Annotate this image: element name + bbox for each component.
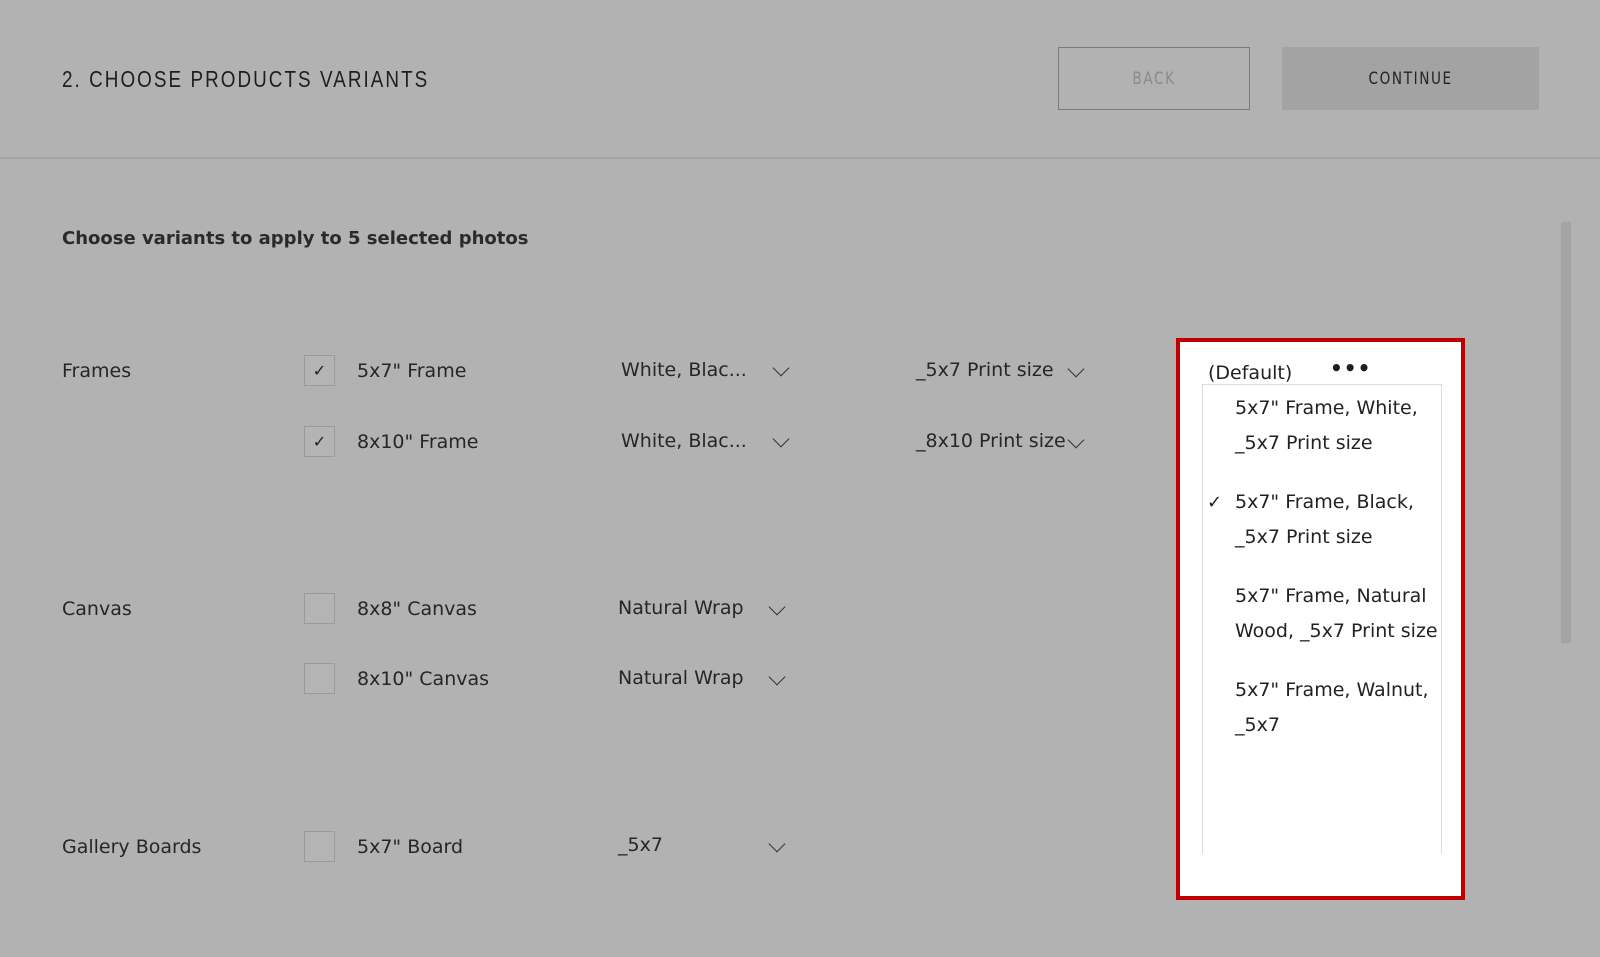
check-icon: ✓: [1207, 492, 1223, 513]
more-icon[interactable]: •••: [1330, 356, 1371, 380]
chevron-down-icon[interactable]: [772, 359, 790, 377]
dropdown-option[interactable]: ✓ 5x7" Frame, Black, _5x7 Print size: [1203, 485, 1441, 555]
check-icon: ✓: [312, 432, 327, 451]
divider: [0, 157, 1600, 159]
page-title: 2. CHOOSE PRODUCTS VARIANTS: [62, 66, 430, 92]
checkbox-8x8-canvas[interactable]: [304, 593, 335, 624]
checkbox-8x10-canvas[interactable]: [304, 663, 335, 694]
product-name: 5x7" Frame: [357, 360, 467, 382]
product-name: 8x8" Canvas: [357, 598, 477, 620]
chevron-down-icon[interactable]: [1067, 431, 1085, 449]
chevron-down-icon[interactable]: [1067, 360, 1085, 378]
option-label: 5x7" Frame, White, _5x7 Print size: [1235, 397, 1418, 454]
size-select[interactable]: _8x10 Print size: [916, 430, 1066, 452]
option-label: 5x7" Frame, Black, _5x7 Print size: [1235, 491, 1414, 548]
variant-select[interactable]: White, Blac...: [621, 359, 747, 381]
continue-button[interactable]: CONTINUE: [1282, 47, 1539, 110]
checkbox-8x10-frame[interactable]: ✓: [304, 426, 335, 457]
subtitle: Choose variants to apply to 5 selected p…: [62, 228, 529, 249]
variant-select[interactable]: Natural Wrap: [618, 667, 744, 689]
group-label-gallery-boards: Gallery Boards: [62, 836, 202, 858]
group-label-frames: Frames: [62, 360, 132, 382]
chevron-down-icon[interactable]: [768, 668, 786, 686]
size-select[interactable]: _5x7 Print size: [916, 359, 1054, 381]
dropdown-option[interactable]: 5x7" Frame, Natural Wood, _5x7 Print siz…: [1203, 579, 1441, 649]
dropdown-options[interactable]: 5x7" Frame, White, _5x7 Print size ✓ 5x7"…: [1202, 384, 1442, 854]
check-icon: ✓: [312, 361, 327, 380]
chevron-down-icon[interactable]: [768, 598, 786, 616]
continue-label: CONTINUE: [1368, 68, 1453, 89]
variant-dropdown-popup: (Default) ••• 5x7" Frame, White, _5x7 Pr…: [1176, 338, 1465, 900]
variant-select[interactable]: Natural Wrap: [618, 597, 744, 619]
dropdown-selected[interactable]: (Default): [1208, 362, 1292, 384]
dropdown-option[interactable]: 5x7" Frame, Walnut, _5x7: [1203, 673, 1441, 743]
group-label-canvas: Canvas: [62, 598, 132, 620]
option-label: 5x7" Frame, Natural Wood, _5x7 Print siz…: [1235, 585, 1438, 642]
product-name: 5x7" Board: [357, 836, 464, 858]
chevron-down-icon[interactable]: [768, 835, 786, 853]
dropdown-option[interactable]: 5x7" Frame, White, _5x7 Print size: [1203, 391, 1441, 461]
back-button[interactable]: BACK: [1058, 47, 1250, 110]
scrollbar[interactable]: [1561, 222, 1571, 643]
checkbox-5x7-board[interactable]: [304, 831, 335, 862]
product-name: 8x10" Canvas: [357, 668, 490, 690]
option-label: 5x7" Frame, Walnut, _5x7: [1235, 679, 1429, 736]
back-label: BACK: [1132, 68, 1176, 89]
product-name: 8x10" Frame: [357, 431, 479, 453]
variant-select[interactable]: _5x7: [618, 834, 663, 856]
checkbox-5x7-frame[interactable]: ✓: [304, 355, 335, 386]
chevron-down-icon[interactable]: [772, 430, 790, 448]
variant-select[interactable]: White, Blac...: [621, 430, 747, 452]
